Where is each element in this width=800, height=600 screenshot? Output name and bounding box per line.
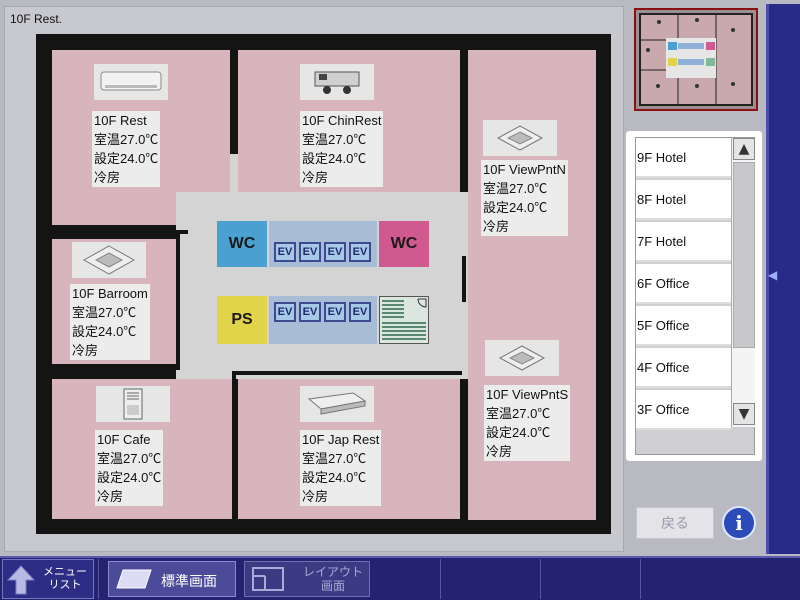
corridor-door — [460, 206, 468, 256]
set-temp: 設定24.0℃ — [483, 200, 548, 215]
floor-minimap[interactable] — [634, 8, 758, 111]
mode: 冷房 — [97, 489, 124, 504]
mode: 冷房 — [302, 170, 329, 185]
room-temp: 室温27.0℃ — [302, 132, 367, 147]
floor-item[interactable]: 4F Office — [636, 348, 731, 388]
wall — [176, 230, 180, 370]
floor-item[interactable]: 7F Hotel — [636, 222, 731, 262]
wall-mounted-ac-icon — [94, 64, 168, 100]
set-temp: 設定24.0℃ — [486, 425, 551, 440]
elevator: EV — [324, 302, 346, 322]
unit-name: 10F ViewPntS — [486, 387, 569, 402]
corridor-door — [230, 154, 238, 204]
set-temp: 設定24.0℃ — [97, 470, 162, 485]
elevator: EV — [299, 302, 321, 322]
elevator: EV — [274, 242, 296, 262]
room-temp: 室温27.0℃ — [483, 181, 548, 196]
floor-list: 9F Hotel 8F Hotel 7F Hotel 6F Office 5F … — [626, 131, 762, 461]
elevator: EV — [299, 242, 321, 262]
floor-item[interactable]: 8F Hotel — [636, 180, 731, 220]
back-button[interactable]: 戻る — [636, 507, 714, 539]
wall — [462, 256, 466, 302]
mode: 冷房 — [94, 170, 121, 185]
floor-list-box: 9F Hotel 8F Hotel 7F Hotel 6F Office 5F … — [635, 137, 755, 455]
room-temp: 室温27.0℃ — [72, 305, 137, 320]
unit-name: 10F ChinRest — [302, 113, 382, 128]
wc-left: WC — [217, 221, 267, 267]
mode: 冷房 — [72, 343, 99, 358]
elevator: EV — [324, 242, 346, 262]
stairs — [379, 296, 429, 344]
mode: 冷房 — [302, 489, 329, 504]
standard-view-button[interactable]: 標準画面 — [108, 561, 236, 597]
info-icon[interactable]: i — [722, 506, 756, 540]
floor-list-scrollbar[interactable]: ▲ ▼ — [731, 138, 755, 427]
elevator: EV — [349, 242, 371, 262]
corridor-door — [460, 302, 468, 342]
collapse-left-icon[interactable]: ◀ — [768, 268, 782, 282]
unit-name: 10F Barroom — [72, 286, 148, 301]
room-temp: 室温27.0℃ — [94, 132, 159, 147]
room-temp: 室温27.0℃ — [302, 451, 367, 466]
wc-right: WC — [379, 221, 429, 267]
room-temp: 室温27.0℃ — [97, 451, 162, 466]
ceiling-cassette-icon — [72, 242, 146, 278]
floor-item[interactable]: 6F Office — [636, 264, 731, 304]
ducted-ac-icon — [300, 64, 374, 100]
ceiling-cassette-icon — [485, 340, 559, 376]
view-title: 10F Rest. — [10, 12, 63, 26]
ceiling-suspended-ac-icon — [300, 386, 374, 422]
layout-label-line2: 画面 — [321, 579, 346, 593]
layout-view-button[interactable]: レイアウト 画面 — [244, 561, 370, 597]
mode: 冷房 — [483, 219, 510, 234]
elevator: EV — [349, 302, 371, 322]
scroll-up-icon[interactable]: ▲ — [733, 138, 755, 160]
elevator: EV — [274, 302, 296, 322]
divider — [440, 559, 441, 599]
unit-name: 10F ViewPntN — [483, 162, 566, 177]
floor-item[interactable]: 5F Office — [636, 306, 731, 346]
wall — [232, 371, 462, 375]
unit-name: 10F Jap Rest — [302, 432, 380, 447]
ceiling-cassette-icon — [483, 120, 557, 156]
unit-name: 10F Rest — [94, 113, 147, 128]
menu-list-button[interactable]: メニュー リスト — [2, 559, 94, 599]
set-temp: 設定24.0℃ — [72, 324, 137, 339]
menu-label-line1: メニュー — [43, 566, 87, 578]
divider — [98, 559, 99, 599]
standard-view-label: 標準画面 — [161, 573, 217, 589]
room-temp: 室温27.0℃ — [486, 406, 551, 421]
wall — [232, 371, 236, 521]
layout-view-icon — [252, 567, 284, 591]
floor-item[interactable]: 9F Hotel — [636, 138, 731, 178]
standard-view-icon — [116, 569, 152, 589]
up-arrow-icon — [7, 565, 35, 595]
set-temp: 設定24.0℃ — [302, 151, 367, 166]
floor-item[interactable]: 3F Office — [636, 390, 731, 430]
floor-standing-ac-icon — [96, 386, 170, 422]
divider — [540, 559, 541, 599]
unit-name: 10F Cafe — [97, 432, 151, 447]
set-temp: 設定24.0℃ — [302, 470, 367, 485]
layout-label-line1: レイアウト — [303, 565, 364, 579]
scroll-thumb[interactable] — [733, 162, 755, 348]
divider — [640, 559, 641, 599]
ps-shaft: PS — [217, 296, 267, 344]
scroll-down-icon[interactable]: ▼ — [733, 403, 755, 425]
set-temp: 設定24.0℃ — [94, 151, 159, 166]
mode: 冷房 — [486, 444, 513, 459]
corridor-door — [180, 314, 188, 354]
menu-label-line2: リスト — [48, 579, 82, 591]
